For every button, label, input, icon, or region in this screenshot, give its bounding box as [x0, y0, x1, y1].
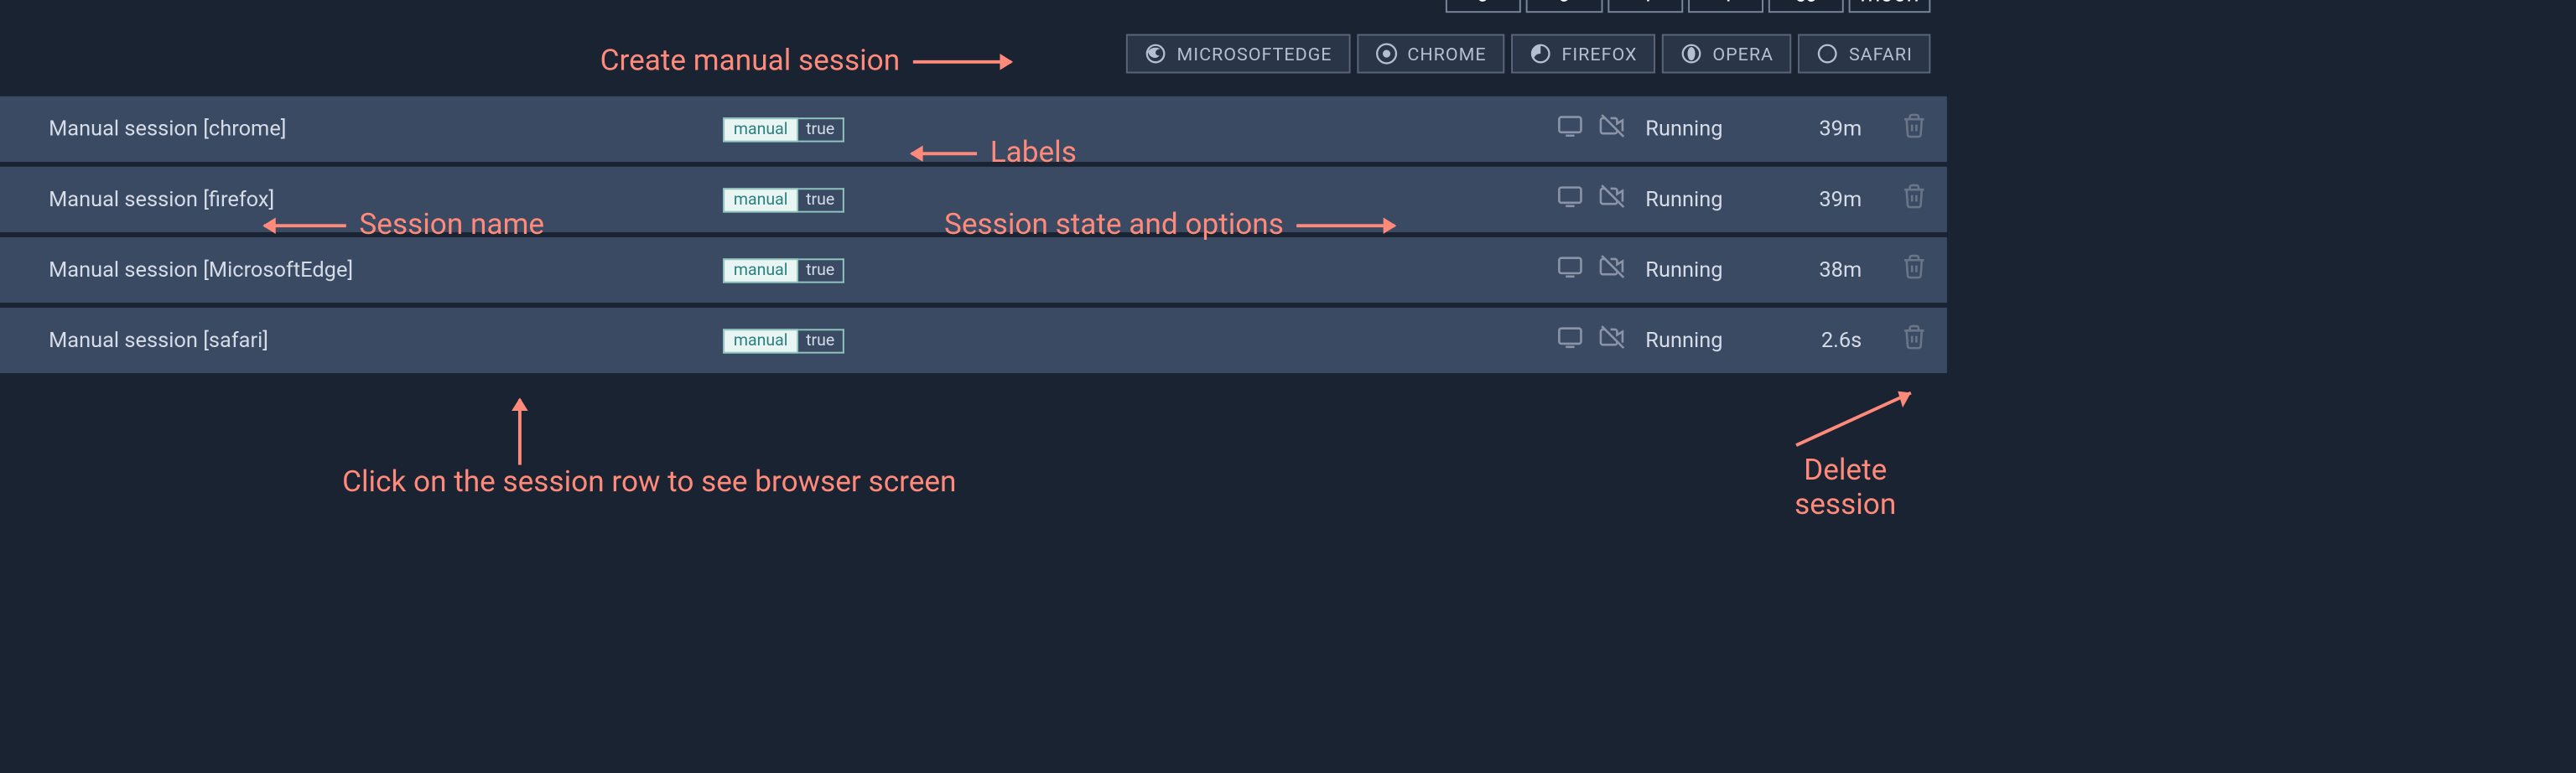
status-box-limit: LIMIT4: [1688, 0, 1763, 12]
edge-icon: [1144, 42, 1166, 65]
create-safari-button[interactable]: SAFARI: [1798, 34, 1930, 74]
session-labels: manualtrue: [724, 187, 887, 211]
app-header: Moon UI2.3.7 QUEUED0PENDING0USED4LIMIT4L…: [0, 0, 1947, 24]
video-off-icon[interactable]: [1600, 253, 1626, 286]
session-labels: manualtrue: [724, 257, 887, 282]
screen-icon[interactable]: [1557, 324, 1583, 356]
session-status: Running: [1645, 117, 1760, 141]
delete-session-button[interactable]: [1901, 253, 1927, 286]
session-name: Manual session [MicrosoftEdge]: [49, 257, 704, 282]
status-box-pending: PENDING0: [1525, 0, 1603, 12]
session-status: Running: [1645, 257, 1760, 282]
annotation-row-hint: Click on the session row to see browser …: [190, 465, 1108, 500]
video-off-icon[interactable]: [1600, 112, 1626, 145]
session-time: 38m: [1780, 257, 1862, 282]
annotation-delete: Delete session: [1763, 454, 1927, 522]
session-status: Running: [1645, 328, 1760, 352]
status-box-quota: QUOTAmoon: [1849, 0, 1931, 12]
video-off-icon[interactable]: [1600, 183, 1626, 215]
session-labels: manualtrue: [724, 328, 887, 352]
create-firefox-button[interactable]: FIREFOX: [1511, 34, 1655, 74]
session-status: Running: [1645, 187, 1760, 211]
session-time: 39m: [1780, 117, 1862, 141]
screen-icon[interactable]: [1557, 253, 1583, 286]
session-name: Manual session [safari]: [49, 328, 704, 352]
opera-icon: [1680, 42, 1702, 65]
session-row[interactable]: SE 4dc253539ffb SAFARI15.0-0 Manual sess…: [0, 308, 1947, 373]
screen-icon[interactable]: [1557, 112, 1583, 145]
session-time: 39m: [1780, 187, 1862, 211]
firefox-icon: [1529, 42, 1551, 65]
session-list: SE 478c63e7aa3d CHROME106.0.5249.119-2 M…: [0, 96, 1947, 373]
delete-session-button[interactable]: [1901, 112, 1927, 145]
status-box-used: USED4: [1607, 0, 1683, 12]
status-box-license: LICENSE∞: [1768, 0, 1844, 12]
status-indicators: QUEUED0 PENDING0 USED4 LIMIT4 LICENSE∞ QUOTAm…: [1445, 0, 1930, 12]
session-name: Manual session [chrome]: [49, 117, 704, 141]
delete-session-button[interactable]: [1901, 324, 1927, 356]
status-box-queued: QUEUED0: [1445, 0, 1520, 12]
create-chrome-button[interactable]: CHROME: [1357, 34, 1504, 74]
chrome-icon: [1374, 42, 1397, 65]
delete-session-button[interactable]: [1901, 183, 1927, 215]
create-session-buttons: MICROSOFTEDGECHROMEFIREFOXOPERASAFARI: [1126, 34, 1930, 74]
session-row[interactable]: SE 7cea60ec5127 FIREFOX106.0.0-2 Manual …: [0, 167, 1947, 232]
session-row[interactable]: SE 478c63e7aa3d CHROME106.0.5249.119-2 M…: [0, 96, 1947, 162]
create-edge-button[interactable]: MICROSOFTEDGE: [1126, 34, 1350, 74]
video-off-icon[interactable]: [1600, 324, 1626, 356]
session-row[interactable]: SE 53c959a2b13f MICROSOFTEDGE106.0.1370.…: [0, 237, 1947, 303]
screen-icon[interactable]: [1557, 183, 1583, 215]
session-time: 2.6s: [1780, 328, 1862, 352]
session-name: Manual session [firefox]: [49, 187, 704, 211]
toolbar: BY ID ... × MICROSOFTEDGECHROMEFIREFOXOP…: [0, 24, 1947, 83]
safari-icon: [1816, 42, 1839, 65]
session-labels: manualtrue: [724, 117, 887, 141]
create-opera-button[interactable]: OPERA: [1662, 34, 1792, 74]
